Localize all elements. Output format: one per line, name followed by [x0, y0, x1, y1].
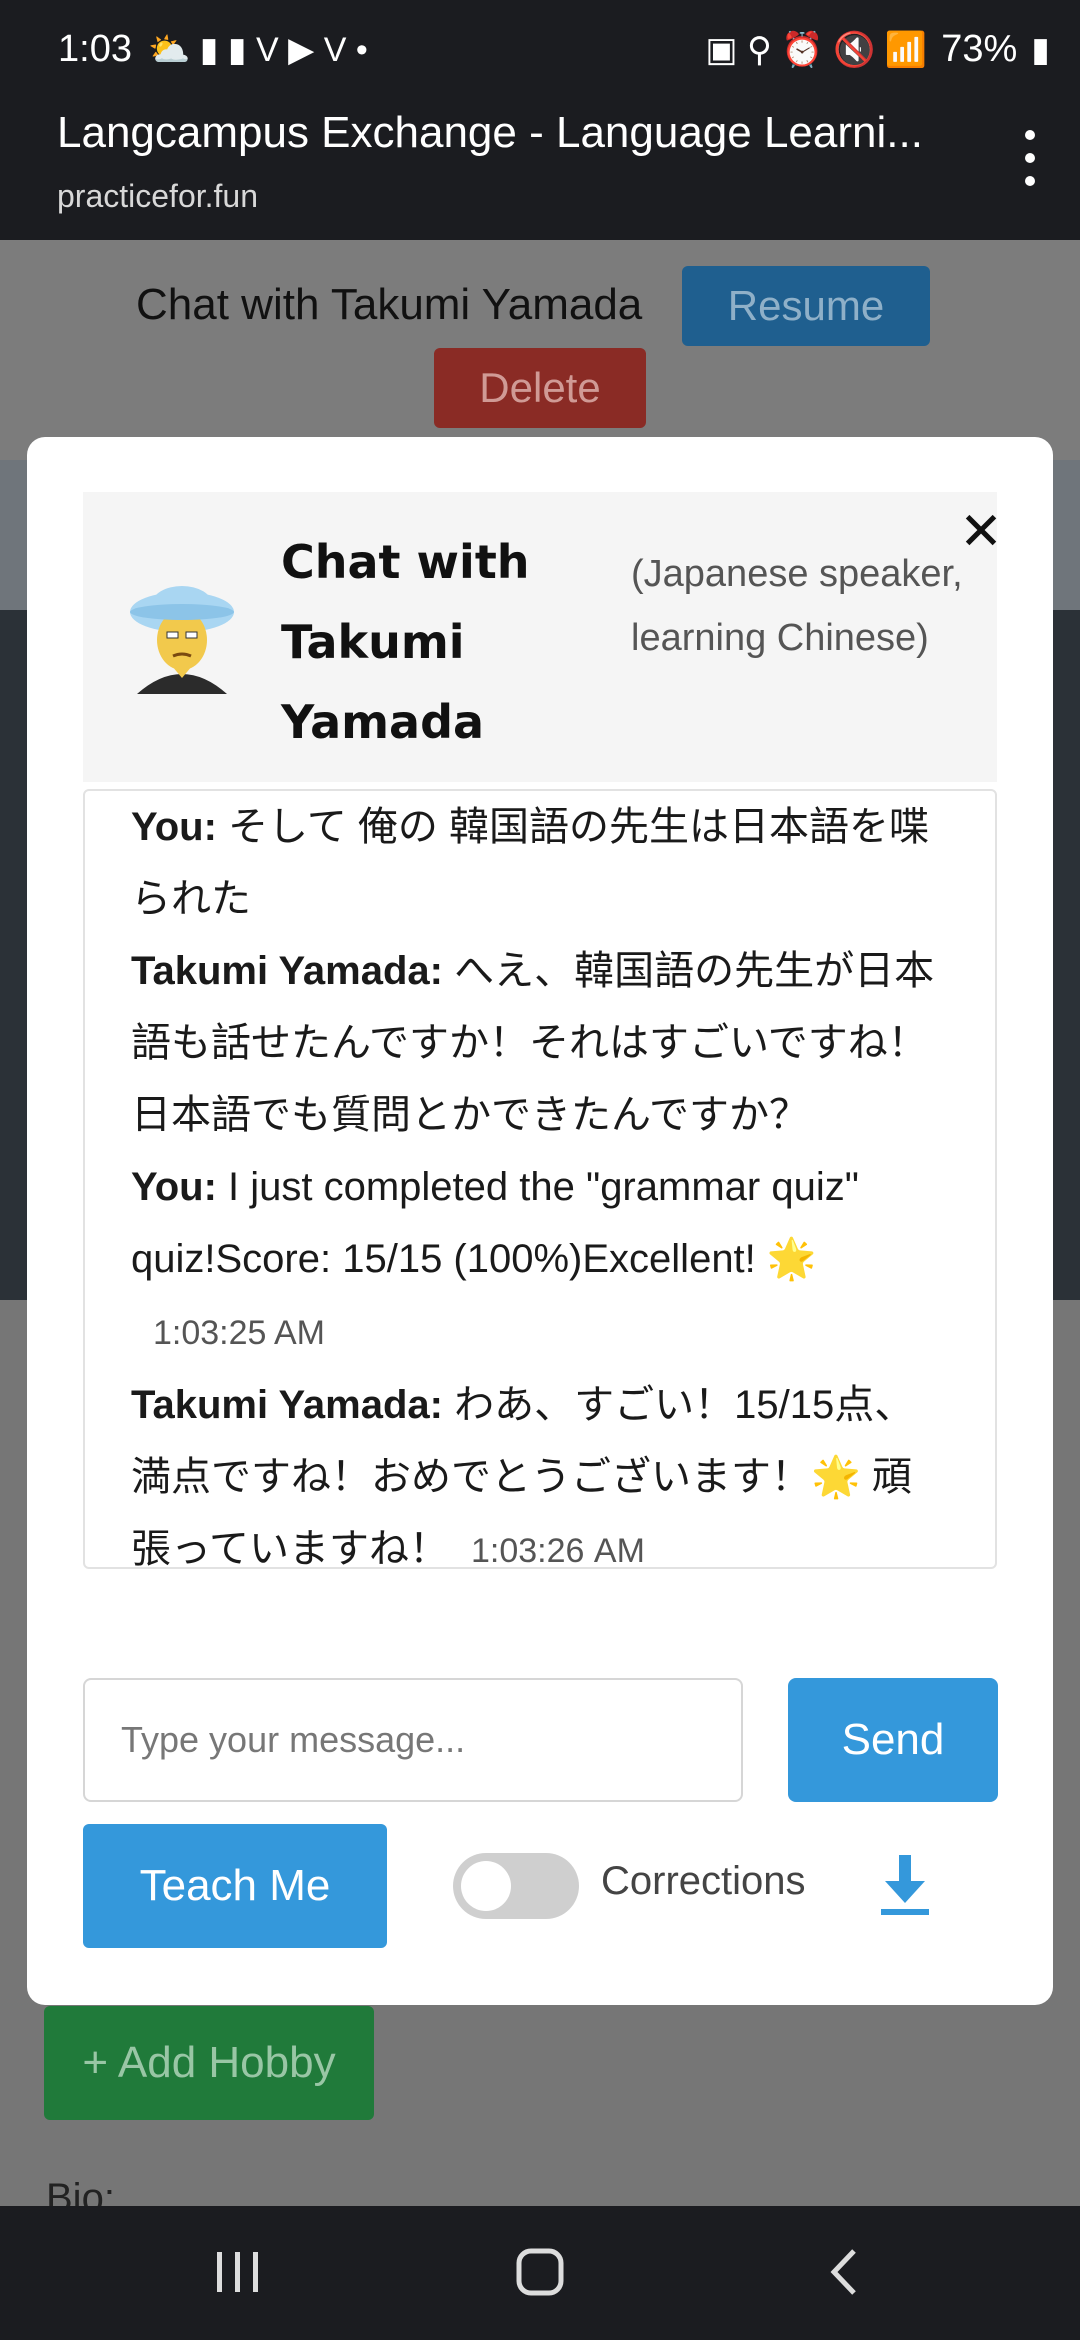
- delete-button: Delete: [434, 348, 646, 428]
- message-sender: You:: [131, 805, 217, 849]
- navigation-bar: [0, 2206, 1080, 2340]
- chat-message: You: そして 俺の 韓国語の先生は日本語を喋られた: [131, 791, 951, 935]
- send-button[interactable]: Send: [788, 1678, 998, 1802]
- page-domain[interactable]: practicefor.fun: [57, 178, 258, 215]
- chat-message: Takumi Yamada: へえ、韓国語の先生が日本語も話せたんですか！それは…: [131, 935, 951, 1151]
- message-input[interactable]: [83, 1678, 743, 1802]
- message-text: そして 俺の 韓国語の先生は日本語を喋られた: [131, 805, 930, 921]
- modal-subtitle: (Japanese speaker, learning Chinese): [631, 553, 963, 659]
- add-hobby-button: + Add Hobby: [44, 2006, 374, 2120]
- chat-modal: Chat with Takumi Yamada (Japanese speake…: [27, 437, 1053, 2005]
- message-time: 1:03:26 AM: [471, 1532, 645, 1569]
- battery-icon: ▮: [1031, 30, 1050, 69]
- close-icon[interactable]: ✕: [951, 502, 1011, 562]
- toggle-knob: [461, 1861, 511, 1911]
- status-bar: 1:03 ⛅ ▮ ▮ V ▶ V • ▣ ⚲ ⏰ 🔇 📶 73% ▮: [0, 0, 1080, 100]
- message-sender: Takumi Yamada:: [131, 1383, 443, 1427]
- chat-messages[interactable]: You: そして 俺の 韓国語の先生は日本語を喋られた Takumi Yamad…: [83, 789, 997, 1569]
- home-icon[interactable]: [510, 2242, 570, 2302]
- chat-message: You: I just completed the "grammar quiz"…: [131, 1151, 951, 1369]
- download-icon[interactable]: [875, 1851, 935, 1917]
- overflow-menu-icon[interactable]: [1020, 130, 1040, 186]
- system-icons: ▣ ⚲ ⏰ 🔇 📶: [705, 30, 928, 69]
- back-icon[interactable]: [814, 2242, 874, 2302]
- background-header: Chat with Takumi Yamada Resume Delete: [0, 240, 1080, 460]
- modal-header: Chat with Takumi Yamada (Japanese speake…: [83, 492, 1003, 782]
- message-text: I just completed the "grammar quiz" quiz…: [131, 1165, 859, 1281]
- message-sender: Takumi Yamada:: [131, 949, 443, 993]
- message-sender: You:: [131, 1165, 217, 1209]
- avatar: [130, 586, 234, 694]
- resume-button: Resume: [682, 266, 930, 346]
- message-time: 1:03:25 AM: [153, 1314, 326, 1352]
- corrections-toggle[interactable]: [453, 1853, 579, 1919]
- corrections-label: Corrections: [601, 1859, 806, 1903]
- recent-apps-icon[interactable]: [208, 2242, 268, 2302]
- battery-percent: 73%: [941, 28, 1018, 70]
- chat-message: Takumi Yamada: わあ、すごい！15/15点、満点ですね！おめでとう…: [131, 1369, 951, 1569]
- modal-title: Chat with Takumi Yamada: [281, 535, 530, 749]
- notification-icons: ⛅ ▮ ▮ V ▶ V •: [147, 30, 368, 69]
- browser-bar: Langcampus Exchange - Language Learni...…: [0, 100, 1080, 240]
- chat-message-list: You: そして 俺の 韓国語の先生は日本語を喋られた Takumi Yamad…: [131, 791, 951, 1569]
- page-title[interactable]: Langcampus Exchange - Language Learni...: [57, 108, 937, 158]
- teach-me-button[interactable]: Teach Me: [83, 1824, 387, 1948]
- background-chat-title: Chat with Takumi Yamada: [136, 280, 643, 329]
- status-time: 1:03: [58, 28, 132, 70]
- chat-scrollbar[interactable]: [983, 1567, 993, 1569]
